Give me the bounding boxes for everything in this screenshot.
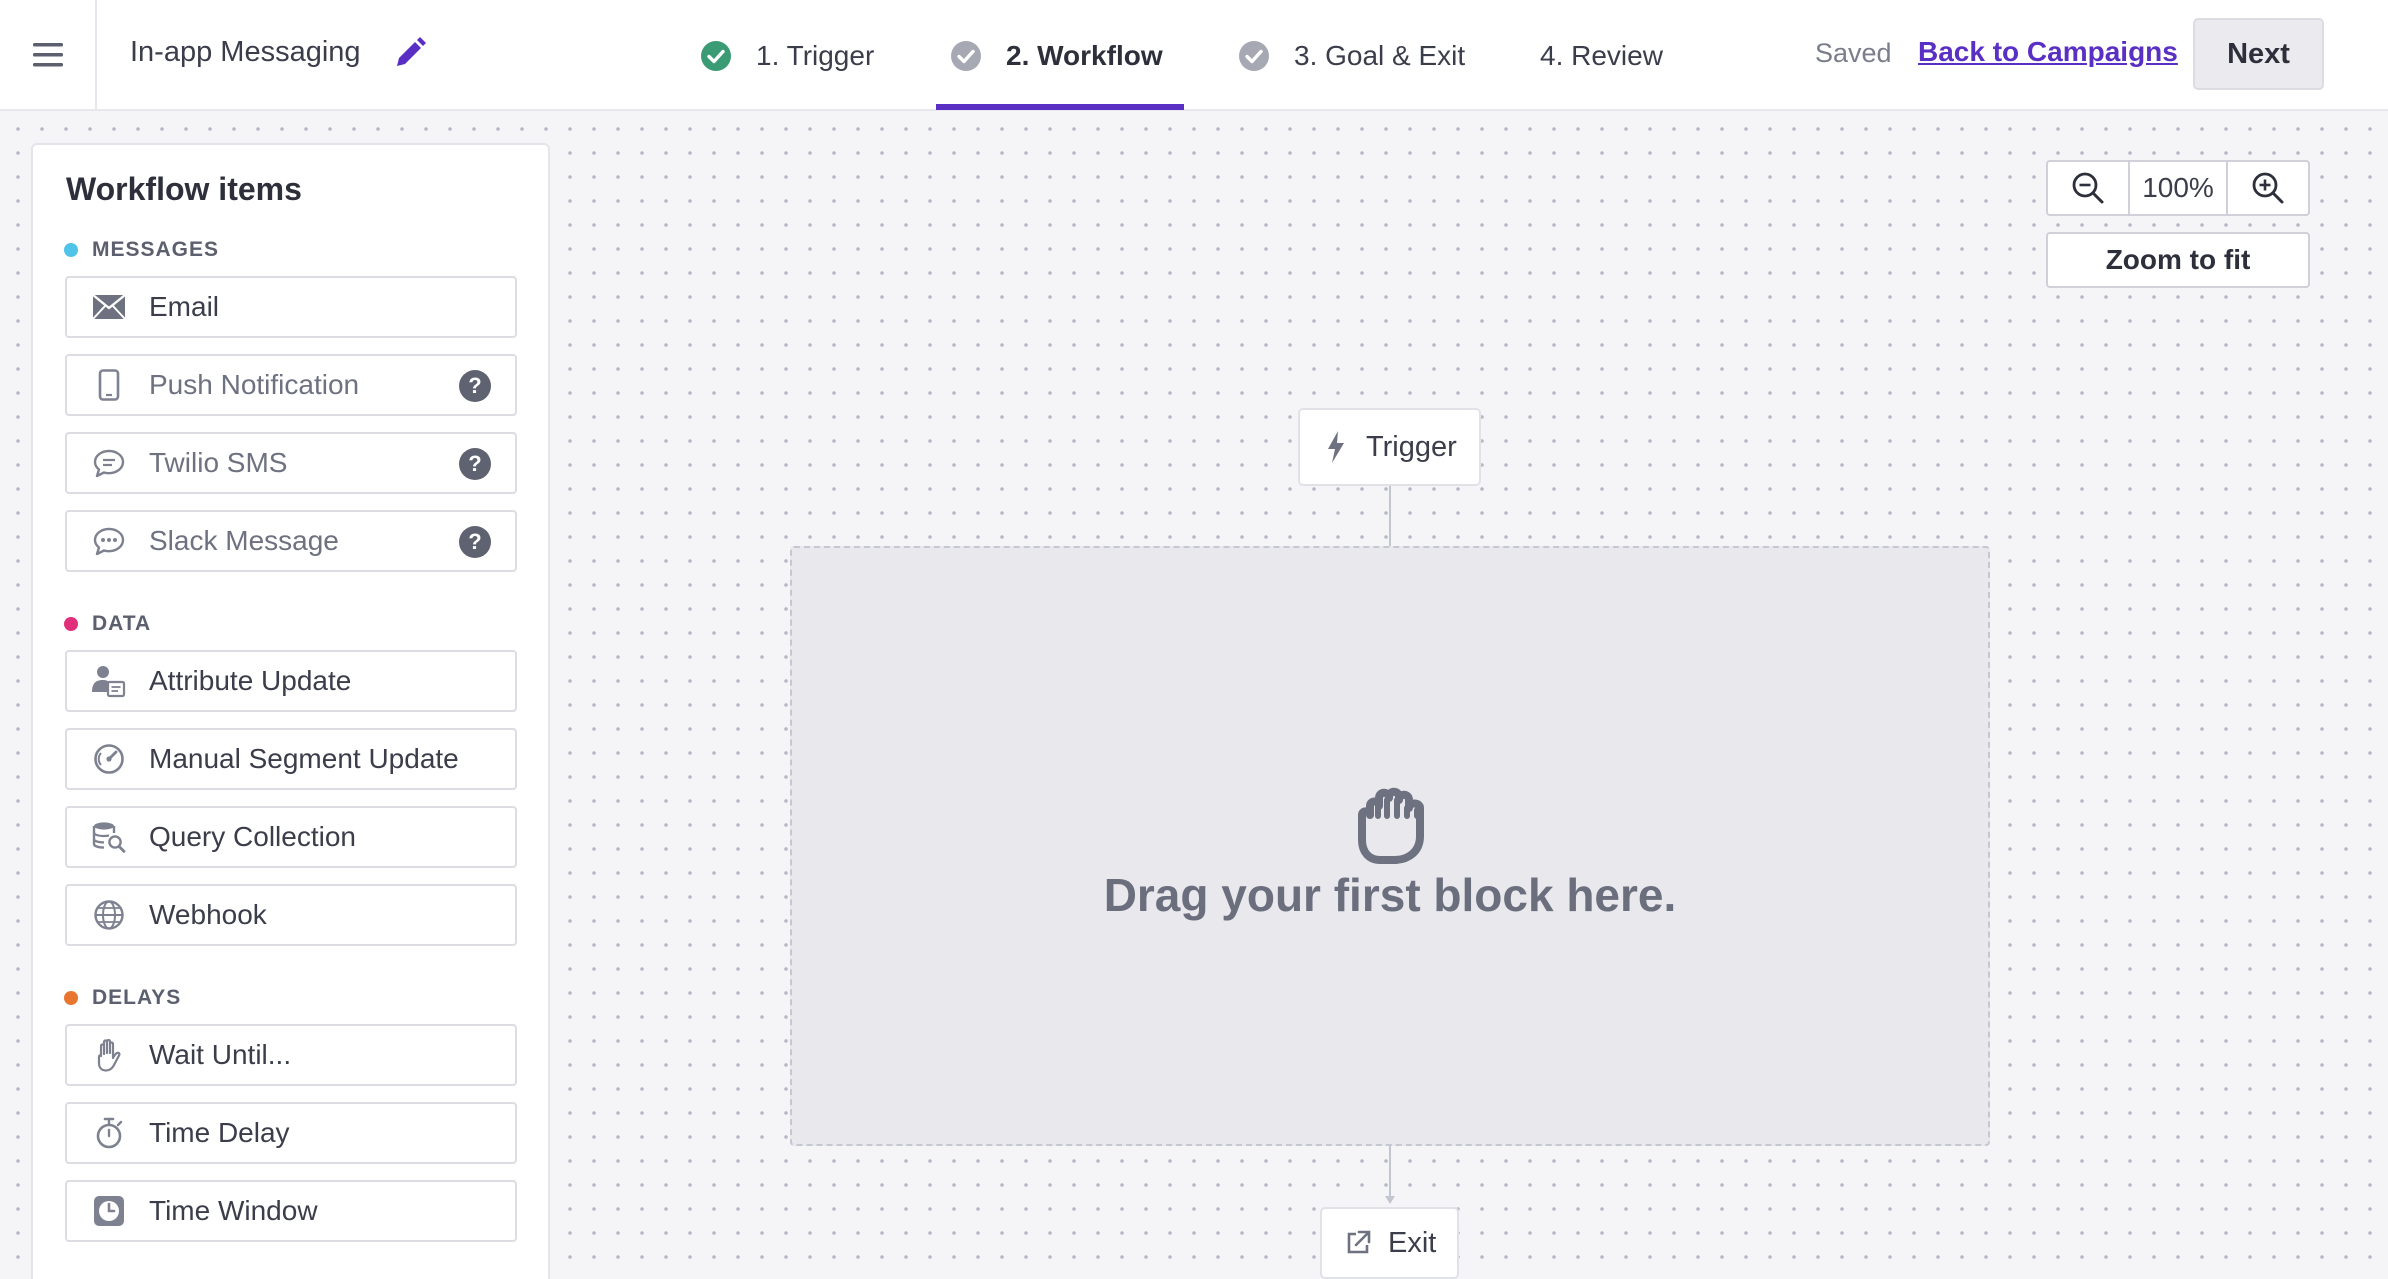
hamburger-menu-button[interactable] [0, 0, 97, 109]
gauge-icon [91, 741, 127, 777]
trigger-label: Trigger [1366, 430, 1457, 463]
panel-title: Workflow items [66, 171, 302, 207]
zoom-out-icon [2072, 172, 2104, 204]
clock-icon [91, 1193, 127, 1229]
item-time-window[interactable]: Time Window [65, 1180, 517, 1242]
step-label: 4. Review [1540, 39, 1663, 71]
chat-bubble-icon [91, 523, 127, 559]
active-step-indicator [936, 104, 1184, 110]
envelope-icon [91, 289, 127, 325]
section-dot [64, 617, 78, 631]
item-manual-segment-update[interactable]: Manual Segment Update [65, 728, 517, 790]
zoom-in-button[interactable] [2228, 162, 2308, 214]
exit-node[interactable]: Exit [1320, 1207, 1459, 1279]
step-label: 3. Goal & Exit [1294, 39, 1466, 71]
section-dot [64, 243, 78, 257]
item-label: Slack Message [149, 525, 339, 556]
trigger-node[interactable]: Trigger [1298, 408, 1481, 486]
database-search-icon [91, 819, 127, 855]
step-workflow[interactable]: 2. Workflow [950, 0, 1163, 111]
item-label: Wait Until... [149, 1039, 292, 1070]
arrow-down-icon [1385, 1196, 1395, 1204]
item-push-notification[interactable]: Push Notification ? [65, 354, 517, 416]
external-link-icon [1344, 1227, 1372, 1259]
item-label: Webhook [149, 899, 267, 930]
help-icon[interactable]: ? [459, 526, 491, 558]
item-attribute-update[interactable]: Attribute Update [65, 650, 517, 712]
item-label: Time Window [149, 1195, 318, 1226]
check-circle-icon [701, 40, 731, 71]
item-label: Push Notification [149, 369, 360, 400]
item-label: Manual Segment Update [149, 743, 459, 774]
item-wait-until[interactable]: Wait Until... [65, 1024, 517, 1086]
top-bar: In-app Messaging 1. Trigger 2. Workflow … [0, 0, 2388, 111]
item-label: Query Collection [149, 821, 356, 852]
item-label: Twilio SMS [149, 447, 288, 478]
user-card-icon [91, 663, 127, 699]
step-trigger[interactable]: 1. Trigger [700, 0, 874, 111]
section-title: DELAYS [92, 986, 182, 1009]
check-circle-icon [951, 40, 981, 71]
step-goal-exit[interactable]: 3. Goal & Exit [1238, 0, 1465, 111]
item-time-delay[interactable]: Time Delay [65, 1102, 517, 1164]
hamburger-icon [32, 42, 63, 66]
campaign-name: In-app Messaging [130, 36, 361, 68]
section-messages: MESSAGES [64, 238, 219, 262]
hand-icon [91, 1037, 127, 1073]
section-dot [64, 991, 78, 1005]
block-dropzone[interactable]: Drag your first block here. [790, 546, 1990, 1146]
help-icon[interactable]: ? [459, 370, 491, 402]
check-circle-icon [1239, 40, 1269, 71]
section-title: DATA [92, 612, 152, 635]
back-to-campaigns-link[interactable]: Back to Campaigns [1918, 36, 2178, 68]
zoom-level: 100% [2128, 162, 2228, 214]
item-label: Time Delay [149, 1117, 290, 1148]
item-webhook[interactable]: Webhook [65, 884, 517, 946]
grab-hand-icon [1358, 787, 1424, 864]
dropzone-text: Drag your first block here. [1103, 869, 1677, 921]
stopwatch-icon [91, 1115, 127, 1151]
exit-label: Exit [1388, 1226, 1437, 1259]
zoom-controls: 100% [2046, 160, 2310, 216]
section-delays: DELAYS [64, 986, 181, 1010]
section-title: MESSAGES [92, 238, 220, 261]
globe-icon [91, 897, 127, 933]
sms-bubble-icon [91, 445, 127, 481]
item-email[interactable]: Email [65, 276, 517, 338]
connector-line [1389, 486, 1391, 546]
item-query-collection[interactable]: Query Collection [65, 806, 517, 868]
save-status: Saved [1815, 38, 1892, 68]
item-slack-message[interactable]: Slack Message ? [65, 510, 517, 572]
lightning-icon [1322, 431, 1350, 463]
item-label: Attribute Update [149, 665, 352, 696]
item-twilio-sms[interactable]: Twilio SMS ? [65, 432, 517, 494]
step-label: 1. Trigger [756, 39, 875, 71]
section-data: DATA [64, 612, 151, 636]
pencil-icon [397, 37, 426, 66]
next-button[interactable]: Next [2193, 18, 2324, 90]
workflow-items-panel: Workflow items MESSAGES Email Push Notif… [31, 143, 550, 1279]
phone-icon [91, 367, 127, 403]
zoom-out-button[interactable] [2048, 162, 2128, 214]
zoom-in-icon [2252, 172, 2284, 204]
step-label: 2. Workflow [1006, 39, 1163, 71]
connector-line [1389, 1146, 1391, 1202]
zoom-to-fit-button[interactable]: Zoom to fit [2046, 232, 2310, 288]
item-label: Email [149, 291, 220, 322]
help-icon[interactable]: ? [459, 448, 491, 480]
step-review[interactable]: 4. Review [1540, 0, 1663, 111]
edit-name-button[interactable] [393, 36, 427, 70]
